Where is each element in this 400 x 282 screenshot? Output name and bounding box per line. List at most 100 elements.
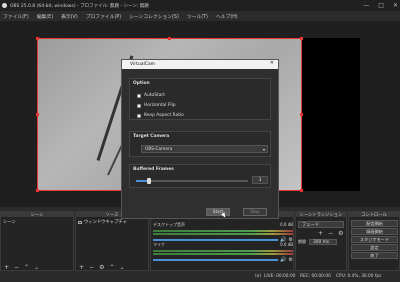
close-button[interactable]: ✕ <box>393 2 398 9</box>
mixer-channel-mic: マイク 0.0 dB 🔊 ⚙ <box>153 242 293 263</box>
dialog-close-icon[interactable]: ✕ <box>270 60 274 66</box>
option-header: Option <box>133 81 150 86</box>
source-item[interactable]: ウィンドウキャプチャ <box>76 218 148 226</box>
exit-button[interactable]: 終了 <box>351 252 398 259</box>
move-down-icon[interactable]: ⌄ <box>119 264 124 271</box>
remove-source-icon[interactable]: − <box>89 264 94 271</box>
studio-mode-button[interactable]: スタジオモード <box>351 236 398 243</box>
chevron-down-icon: ▾ <box>262 146 265 152</box>
add-source-icon[interactable]: + <box>79 264 84 271</box>
gear-icon[interactable]: ⚙ <box>338 230 343 237</box>
mixer-channel-desktop: デスクトップ音声 0.0 dB 🔊 ⚙ <box>153 222 293 243</box>
maximize-button[interactable]: □ <box>378 2 384 9</box>
gear-icon[interactable]: ⚙ <box>289 257 293 263</box>
dialog-title-bar: VirtualCam ✕ <box>122 60 278 69</box>
target-camera-header: Target Camera <box>133 134 170 139</box>
option-group: Option AutoStart Horizontal Flip Keep As… <box>129 78 271 120</box>
hflip-option[interactable]: Horizontal Flip <box>137 103 176 108</box>
move-up-icon[interactable]: ⌃ <box>24 264 29 271</box>
window-capture-icon <box>78 220 82 224</box>
channel-name: デスクトップ音声 <box>153 222 185 227</box>
start-recording-button[interactable]: 録画開始 <box>351 228 398 235</box>
buffer-slider-thumb[interactable] <box>147 178 152 184</box>
resize-handle-tm[interactable] <box>168 37 171 40</box>
status-bar: (e) LIVE: 00:00:00 REC: 00:00:00 CPU: 0.… <box>0 272 400 282</box>
source-item-label: ウィンドウキャプチャ <box>84 220 127 225</box>
menu-tools[interactable]: ツール(T) <box>187 13 208 20</box>
channel-db: 0.0 dB <box>280 242 293 247</box>
rec-status: REC: 00:00:00 <box>300 274 331 279</box>
menu-edit[interactable]: 編集(E) <box>37 13 53 20</box>
menu-bar: ファイル(F) 編集(E) 表示(V) プロファイル(P) シーンコレクション(… <box>0 11 400 21</box>
target-camera-group: Target Camera OBS-Camera ▾ <box>129 131 271 157</box>
audio-mixer-dock: デスクトップ音声 0.0 dB 🔊 ⚙ マイク 0.0 dB 🔊 ⚙ <box>150 211 294 271</box>
cpu-status: CPU: 0.4%, 30.00 fps <box>336 274 382 279</box>
channel-name: マイク <box>153 242 165 247</box>
scenes-dock: シーン シーン + − ⌃ ⌄ <box>0 211 74 271</box>
virtualcam-dialog: VirtualCam ✕ Option AutoStart Horizontal… <box>121 59 279 219</box>
remove-scene-icon[interactable]: − <box>14 264 19 271</box>
volume-slider[interactable] <box>153 239 279 241</box>
menu-profile[interactable]: プロファイル(P) <box>86 13 121 20</box>
volume-meter <box>153 250 293 252</box>
duration-input[interactable]: 300 ms <box>309 239 337 245</box>
move-down-icon[interactable]: ⌄ <box>34 264 39 271</box>
channel-db: 0.0 dB <box>280 222 293 227</box>
transition-toolbar: + − ⚙ <box>318 230 343 237</box>
transitions-header: シーントランジション <box>296 212 346 218</box>
volume-meter <box>153 233 293 235</box>
stop-button[interactable]: Stop <box>243 208 267 216</box>
dialog-title: VirtualCam <box>130 62 155 67</box>
autostart-label: AutoStart <box>144 93 165 98</box>
buffered-frames-header: Buffered Frames <box>133 167 174 172</box>
gear-icon[interactable]: ⚙ <box>99 264 104 271</box>
autostart-option[interactable]: AutoStart <box>137 93 165 98</box>
add-scene-icon[interactable]: + <box>4 264 9 271</box>
scenes-toolbar: + − ⌃ ⌄ <box>4 264 39 271</box>
volume-meter <box>153 230 293 232</box>
volume-meter <box>153 253 293 255</box>
transition-select[interactable]: フェード <box>298 221 344 228</box>
window-title: OBS 25.0.8 (64-bit, windows) - プロファイル: 無… <box>10 3 149 9</box>
volume-slider[interactable] <box>153 259 279 261</box>
target-camera-select[interactable]: OBS-Camera ▾ <box>141 145 268 153</box>
remove-transition-icon[interactable]: − <box>328 230 333 237</box>
move-up-icon[interactable]: ⌃ <box>109 264 114 271</box>
menu-scene-collection[interactable]: シーンコレクション(S) <box>129 13 179 20</box>
controls-header: コントロール <box>349 212 399 218</box>
resize-handle-ml[interactable] <box>36 113 39 116</box>
hflip-checkbox[interactable] <box>137 103 141 108</box>
hflip-label: Horizontal Flip <box>144 103 176 108</box>
transitions-dock: シーントランジション フェード + − ⚙ 期間 300 ms <box>295 211 347 271</box>
resize-handle-tl[interactable] <box>36 37 39 40</box>
duration-label: 期間 <box>298 239 306 244</box>
scene-item[interactable]: シーン <box>1 218 73 226</box>
live-status: LIVE: 00:00:00 <box>264 274 296 279</box>
resize-handle-br[interactable] <box>300 189 303 192</box>
start-streaming-button[interactable]: 配信開始 <box>351 220 398 227</box>
target-camera-value: OBS-Camera <box>145 146 173 152</box>
resize-handle-mr[interactable] <box>300 113 303 116</box>
aspect-label: Keep Aspect Ratio <box>144 113 184 118</box>
speaker-icon[interactable]: 🔊 <box>280 257 286 263</box>
aspect-checkbox[interactable] <box>137 113 141 118</box>
minimize-button[interactable]: — <box>363 2 369 9</box>
buffered-frames-group: Buffered Frames 3 <box>129 164 271 188</box>
resize-handle-tr[interactable] <box>300 37 303 40</box>
menu-file[interactable]: ファイル(F) <box>3 13 29 20</box>
buffer-spinbox[interactable]: 3 <box>252 176 268 184</box>
aspect-option[interactable]: Keep Aspect Ratio <box>137 113 184 118</box>
resize-handle-bl[interactable] <box>36 189 39 192</box>
settings-button[interactable]: 設定 <box>351 244 398 251</box>
sources-dock: ソース ウィンドウキャプチャ + − ⚙ ⌃ ⌄ <box>75 211 149 271</box>
dropped-frames: (e) <box>255 274 261 279</box>
add-transition-icon[interactable]: + <box>318 230 323 237</box>
menu-view[interactable]: 表示(V) <box>61 13 78 20</box>
title-bar: OBS 25.0.8 (64-bit, windows) - プロファイル: 無… <box>0 0 400 11</box>
autostart-checkbox[interactable] <box>137 93 141 98</box>
sources-toolbar: + − ⚙ ⌃ ⌄ <box>79 264 125 271</box>
app-icon <box>2 3 7 8</box>
menu-help[interactable]: ヘルプ(H) <box>216 13 238 20</box>
controls-dock: コントロール 配信開始 録画開始 スタジオモード 設定 終了 <box>348 211 400 271</box>
buffer-slider-track[interactable] <box>136 178 248 184</box>
